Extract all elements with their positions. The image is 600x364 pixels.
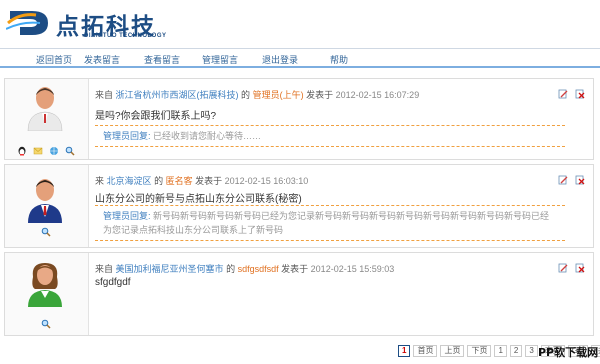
page-number[interactable]: 1 bbox=[494, 345, 507, 357]
page-number[interactable]: 2 bbox=[509, 345, 523, 357]
post-time: 2012-02-15 15:59:03 bbox=[310, 264, 395, 274]
author-icons bbox=[41, 319, 51, 329]
watermark: PP软下载网 bbox=[538, 346, 599, 359]
author-location[interactable]: 浙江省杭州市西湖区(拓展科技) bbox=[116, 90, 239, 100]
edit-icon[interactable] bbox=[558, 175, 568, 185]
message-tools bbox=[554, 88, 585, 99]
message-text: 是吗?你会跟我们联系上吗? bbox=[95, 111, 217, 122]
message-text: sfgdfgdf bbox=[95, 277, 131, 288]
nav-help[interactable]: 帮助 bbox=[330, 53, 348, 66]
delete-icon[interactable] bbox=[575, 263, 585, 273]
edit-icon[interactable] bbox=[558, 89, 568, 99]
message-text: 山东分公司的新号与点拓山东分公司联系(秘密) bbox=[95, 194, 302, 205]
page-first[interactable]: 首页 bbox=[413, 345, 438, 357]
top-nav: 返回首页 发表留言 查看留言 管理留言 退出登录 帮助 bbox=[0, 48, 600, 68]
search-icon[interactable] bbox=[65, 146, 75, 156]
meta-prefix: 来 bbox=[95, 176, 105, 186]
meta-prefix: 来自 bbox=[95, 90, 114, 100]
author-location[interactable]: 北京海淀区 bbox=[107, 176, 152, 186]
nav-home[interactable]: 返回首页 bbox=[36, 53, 72, 66]
email-icon[interactable] bbox=[33, 146, 43, 156]
page-prev[interactable]: 上页 bbox=[440, 345, 465, 357]
page-number[interactable]: 3 bbox=[525, 345, 538, 357]
delete-icon[interactable] bbox=[575, 175, 585, 185]
post-time: 2012-02-15 16:07:29 bbox=[335, 90, 420, 100]
meta-connector: 的 bbox=[241, 90, 251, 100]
message-tools bbox=[554, 262, 585, 273]
edit-icon[interactable] bbox=[558, 263, 568, 273]
meta-connector: 的 bbox=[226, 264, 236, 274]
logo-text-en: DIAN TUO TECHNOLOGY bbox=[84, 33, 167, 39]
message-item: 来 北京海淀区 的 匿名客 发表于 2012-02-15 16:03:10 山东… bbox=[4, 164, 594, 248]
reply-text: 已经收到请您耐心等待…… bbox=[153, 131, 262, 141]
homepage-icon[interactable] bbox=[49, 146, 59, 156]
author-icons bbox=[17, 146, 75, 156]
qq-icon[interactable] bbox=[17, 146, 27, 156]
nav-manage-messages[interactable]: 管理留言 bbox=[202, 53, 238, 66]
avatar bbox=[27, 87, 63, 131]
nav-post-message[interactable]: 发表留言 bbox=[84, 53, 120, 66]
nav-logout[interactable]: 退出登录 bbox=[262, 53, 298, 66]
author-name[interactable]: 匿名客 bbox=[166, 176, 193, 186]
meta-verb: 发表于 bbox=[306, 90, 334, 100]
author-panel bbox=[5, 79, 89, 159]
message-meta: 来 北京海淀区 的 匿名客 发表于 2012-02-15 16:03:10 bbox=[95, 174, 308, 187]
author-location[interactable]: 美国加利福尼亚州圣何塞市 bbox=[116, 264, 224, 274]
search-icon[interactable] bbox=[41, 227, 51, 237]
site-header: 点拓科技 DIAN TUO TECHNOLOGY bbox=[0, 0, 600, 46]
message-item: 来自 浙江省杭州市西湖区(拓展科技) 的 管理员(上午) 发表于 2012-02… bbox=[4, 78, 594, 160]
page-next[interactable]: 下页 bbox=[467, 345, 492, 357]
admin-reply: 管理员回复: 已经收到请您耐心等待…… bbox=[95, 125, 565, 147]
avatar bbox=[28, 179, 62, 223]
admin-reply: 管理员回复: 新号码新号码新号码新号码已经为您记录新号码新号码新号码新号码新号码… bbox=[95, 205, 565, 241]
author-panel bbox=[5, 165, 89, 247]
author-name[interactable]: 管理员(上午) bbox=[253, 90, 304, 100]
avatar bbox=[28, 263, 62, 307]
author-icons bbox=[41, 227, 51, 237]
page-current[interactable]: 1 bbox=[398, 345, 411, 357]
logo-icon bbox=[6, 11, 48, 35]
delete-icon[interactable] bbox=[575, 89, 585, 99]
message-meta: 来自 浙江省杭州市西湖区(拓展科技) 的 管理员(上午) 发表于 2012-02… bbox=[95, 88, 419, 101]
meta-connector: 的 bbox=[154, 176, 164, 186]
message-tools bbox=[554, 174, 585, 185]
reply-label: 管理员回复: bbox=[103, 211, 151, 221]
post-time: 2012-02-15 16:03:10 bbox=[224, 176, 309, 186]
search-icon[interactable] bbox=[41, 319, 51, 329]
author-panel bbox=[5, 253, 89, 335]
message-meta: 来自 美国加利福尼亚州圣何塞市 的 sdfgsdfsdf 发表于 2012-02… bbox=[95, 262, 394, 275]
meta-verb: 发表于 bbox=[195, 176, 223, 186]
meta-verb: 发表于 bbox=[281, 264, 309, 274]
nav-view-messages[interactable]: 查看留言 bbox=[144, 53, 180, 66]
meta-prefix: 来自 bbox=[95, 264, 114, 274]
author-name[interactable]: sdfgsdfsdf bbox=[238, 264, 279, 274]
message-item: 来自 美国加利福尼亚州圣何塞市 的 sdfgsdfsdf 发表于 2012-02… bbox=[4, 252, 594, 336]
reply-label: 管理员回复: bbox=[103, 131, 151, 141]
reply-text: 新号码新号码新号码新号码已经为您记录新号码新号码新号码新号码新号码新号码新号码新… bbox=[103, 211, 550, 235]
